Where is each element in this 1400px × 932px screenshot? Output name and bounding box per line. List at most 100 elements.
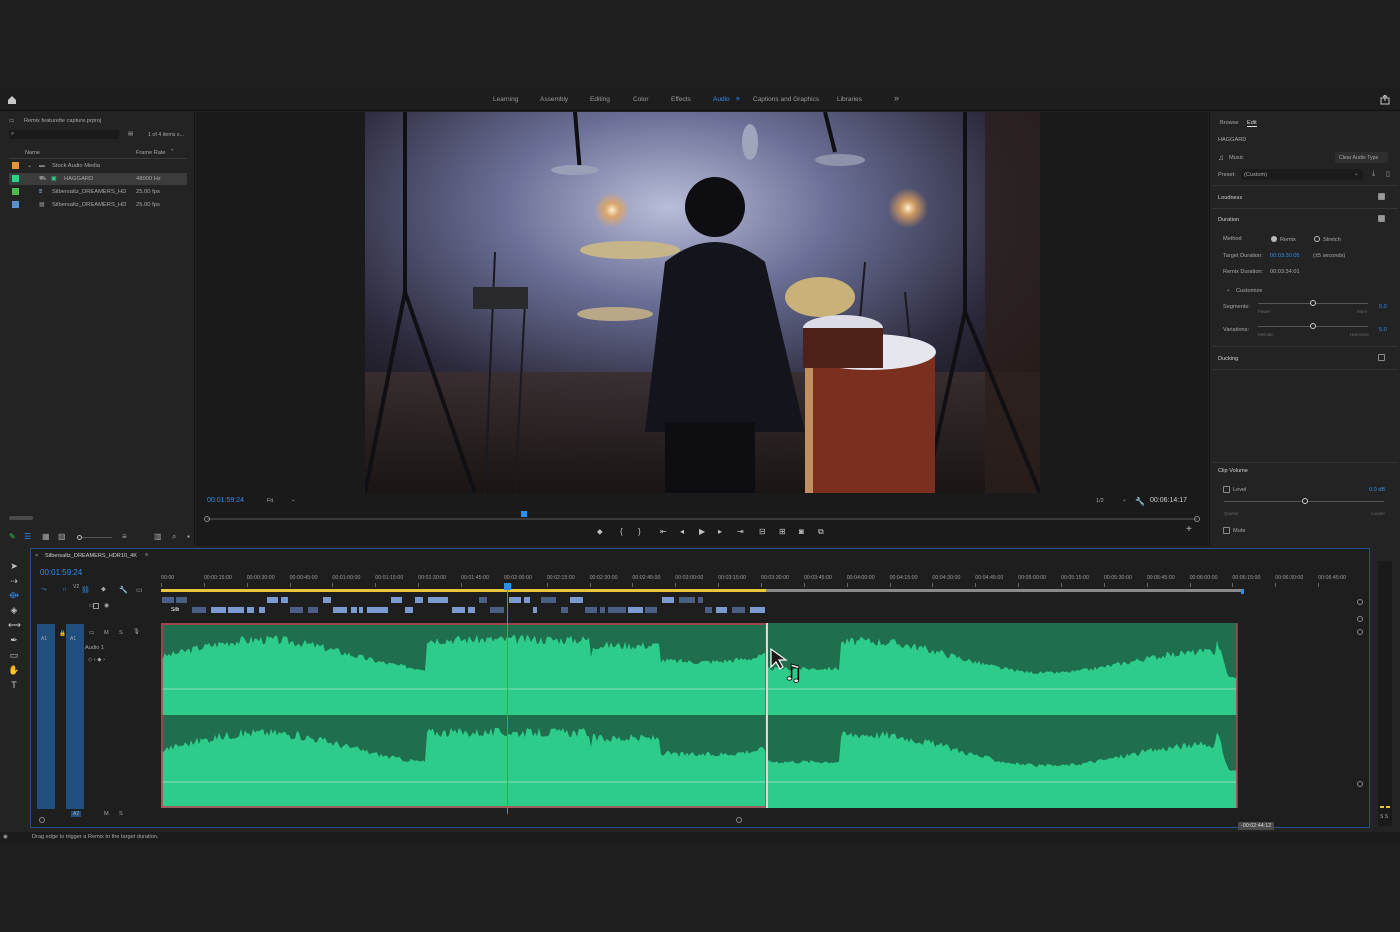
video-clip[interactable] <box>731 606 746 614</box>
tab-editing[interactable]: Editing <box>590 96 610 103</box>
video-clip[interactable] <box>584 606 598 614</box>
new-bin-icon[interactable]: ▤ <box>128 131 133 137</box>
nest-toggle-icon[interactable]: ⤳ <box>41 586 47 594</box>
time-ruler[interactable]: 00:00 00:00:15:00 00:00:30:00 00:00:45:00 00… <box>161 549 1361 589</box>
timeline-playhead[interactable] <box>507 589 508 814</box>
comparison-view-icon[interactable]: ⧉ <box>818 527 824 537</box>
add-marker-icon[interactable]: ⬥ <box>597 527 603 537</box>
pen-tool-icon[interactable]: ✒ <box>8 634 20 646</box>
work-area-in-range[interactable] <box>161 589 766 592</box>
list-view-icon[interactable]: ☰ <box>24 532 31 541</box>
eye-icon[interactable]: ◉ <box>104 602 109 609</box>
tab-audio-menu-icon[interactable]: ≡ <box>736 96 740 103</box>
video-clip[interactable] <box>227 606 245 614</box>
microphone-icon[interactable]: 🎙 <box>133 629 140 635</box>
ducking-checkbox[interactable] <box>1378 354 1385 361</box>
segments-value[interactable]: 5.0 <box>1379 304 1387 310</box>
captions-icon[interactable]: ▭ <box>136 586 143 594</box>
video-clip[interactable] <box>607 606 627 614</box>
lock-icon[interactable]: 🔒 <box>59 631 66 637</box>
scrub-end-handle[interactable] <box>1194 516 1200 522</box>
video-clip[interactable] <box>427 596 449 604</box>
freeform-view-icon[interactable]: ▧ <box>58 532 66 541</box>
tab-libraries[interactable]: Libraries <box>837 96 862 103</box>
automate-icon[interactable]: ▥ <box>154 532 162 541</box>
chevron-down-icon[interactable]: ⌄ <box>291 497 296 503</box>
fit-dropdown[interactable]: Fit <box>267 498 273 504</box>
go-to-out-icon[interactable]: ⇥ <box>737 527 744 536</box>
resolution-dropdown[interactable]: 1/2 <box>1096 498 1104 504</box>
list-item[interactable]: ▦ Silbersaltz_DREAMERS_HD 25.00 fps <box>9 199 187 211</box>
video-clip[interactable] <box>191 606 207 614</box>
loudness-header[interactable]: Loudness <box>1218 195 1242 201</box>
sequence-tab[interactable]: Silbersaltz_DREAMERS_HDR10_4K <box>45 553 137 559</box>
selection-tool-icon[interactable]: ➤ <box>8 560 20 572</box>
video-clip[interactable] <box>280 596 289 604</box>
step-forward-icon[interactable]: ▸ <box>718 527 722 536</box>
mark-out-icon[interactable]: } <box>638 527 641 536</box>
playhead-head[interactable] <box>504 583 511 590</box>
video-clip[interactable] <box>451 606 466 614</box>
video-clip[interactable] <box>560 606 569 614</box>
project-search-input[interactable]: ⌕ <box>9 130 119 139</box>
save-preset-icon[interactable]: ⤓ <box>1372 170 1375 178</box>
project-scrollbar[interactable] <box>9 516 33 520</box>
video-clip[interactable] <box>322 596 332 604</box>
audio-clip-waveform[interactable] <box>161 623 1241 808</box>
keyframe-nav-icon[interactable]: ◇ ‹ ◆ › <box>88 657 105 663</box>
new-item-icon[interactable]: ▪ <box>187 532 190 541</box>
video-clip[interactable] <box>390 596 403 604</box>
tab-edit[interactable]: Edit <box>1247 120 1257 127</box>
work-area-end[interactable] <box>1241 589 1244 594</box>
video-clip[interactable] <box>704 606 713 614</box>
video-clip[interactable] <box>523 596 531 604</box>
export-frame-icon[interactable]: ◙ <box>799 527 804 536</box>
duration-checkbox[interactable] <box>1378 215 1385 222</box>
variations-slider-handle[interactable] <box>1310 323 1316 329</box>
track-a1-target[interactable]: A1 <box>66 624 84 809</box>
tab-audio[interactable]: Audio <box>713 96 730 103</box>
col-rate-header[interactable]: Frame Rate <box>136 150 166 156</box>
lift-icon[interactable]: ⊟ <box>759 527 766 536</box>
timeline-settings-icon[interactable]: 🔧 <box>119 586 128 594</box>
video-clip[interactable] <box>644 606 658 614</box>
video-clip[interactable] <box>258 606 266 614</box>
v-scroll-handle[interactable] <box>1357 629 1363 635</box>
play-icon[interactable]: ▶ <box>699 527 705 536</box>
mute-track-icon[interactable]: M <box>104 811 109 817</box>
rectangle-tool-icon[interactable]: ▭ <box>8 649 20 661</box>
video-clip[interactable] <box>599 606 606 614</box>
video-clip[interactable] <box>661 596 675 604</box>
sequence-menu-icon[interactable]: ≡ <box>145 552 148 558</box>
video-clip[interactable] <box>697 596 704 604</box>
customize-header[interactable]: Customize <box>1236 288 1262 294</box>
video-clip[interactable] <box>350 606 358 614</box>
monitor-timecode[interactable]: 00:01:59:24 <box>207 497 244 504</box>
wrench-icon[interactable]: 🔧 <box>1135 497 1145 506</box>
close-sequence-icon[interactable]: × <box>35 553 38 559</box>
scrub-start-handle[interactable] <box>204 516 210 522</box>
target-duration-value[interactable]: 00:03:30:05 <box>1270 253 1300 259</box>
tab-learning[interactable]: Learning <box>493 96 518 103</box>
mute-checkbox[interactable] <box>1223 527 1230 534</box>
v-scroll-handle[interactable] <box>1357 781 1363 787</box>
timeline-timecode[interactable]: 00:01:59:24 <box>40 568 82 577</box>
remix-radio[interactable] <box>1271 236 1277 242</box>
list-item-selected[interactable]: ⛟ ▣ HAGGARD 48000 Hz <box>9 173 187 185</box>
col-name-header[interactable]: Name <box>25 150 40 156</box>
variations-value[interactable]: 5.0 <box>1379 327 1387 333</box>
loudness-checkbox[interactable] <box>1378 193 1385 200</box>
slip-tool-icon[interactable]: ⟷ <box>8 619 21 631</box>
step-back-icon[interactable]: ◂ <box>680 527 684 536</box>
mark-in-icon[interactable]: { <box>620 527 623 536</box>
disclosure-icon[interactable]: ⌄ <box>27 163 32 169</box>
monitor-scrub-bar[interactable] <box>207 518 1197 520</box>
type-tool-icon[interactable]: T <box>8 679 20 691</box>
video-clip[interactable] <box>414 596 424 604</box>
video-clip[interactable] <box>627 606 644 614</box>
toggle-output-icon[interactable]: ▭ <box>89 602 95 609</box>
share-icon[interactable] <box>1380 95 1390 105</box>
tab-captions-graphics[interactable]: Captions and Graphics <box>753 96 819 103</box>
status-eye-icon[interactable]: ◉ <box>3 834 8 840</box>
pencil-icon[interactable]: ✎ <box>9 532 16 541</box>
